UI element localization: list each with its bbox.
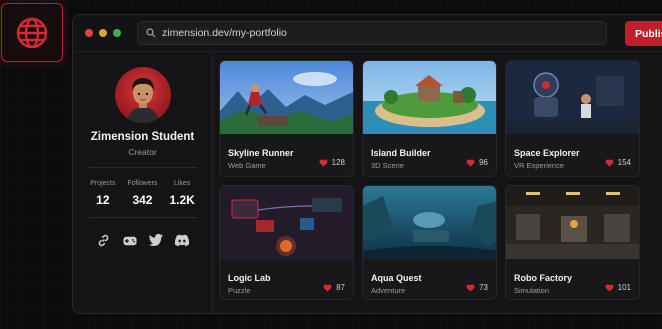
heart-icon <box>319 159 328 167</box>
divider <box>88 167 197 168</box>
project-title: Logic Lab <box>228 273 271 283</box>
minimize-dot[interactable] <box>99 29 107 37</box>
project-card-aqua-quest[interactable]: Aqua Quest Adventure 73 <box>362 185 497 300</box>
project-thumbnail <box>363 61 496 134</box>
stat-followers: Followers 342 <box>127 180 157 207</box>
project-thumbnail <box>220 61 353 134</box>
project-card-space-explorer[interactable]: Space Explorer VR Experience 154 <box>505 60 640 177</box>
url-text: zimension.dev/my-portfolio <box>162 27 287 39</box>
stat-label: Likes <box>173 180 191 187</box>
profile-role: Creator <box>128 147 157 157</box>
profile-sidebar: Zimension Student Creator Projects 12 Fo… <box>73 53 213 313</box>
stat-projects: Projects 12 <box>90 180 115 207</box>
profile-name: Zimension Student <box>90 131 195 143</box>
globe-icon <box>16 17 48 48</box>
stat-likes: Likes 1.2K <box>169 180 194 207</box>
project-card-robo-factory[interactable]: Robo Factory Simulation 101 <box>505 185 640 300</box>
like-count-value: 128 <box>331 158 345 167</box>
project-type: Simulation <box>514 286 550 295</box>
project-thumbnail <box>220 186 353 259</box>
like-count-value: 96 <box>479 158 488 167</box>
heart-icon <box>466 284 475 292</box>
stat-value: 12 <box>96 193 110 207</box>
heart-icon <box>605 284 614 292</box>
project-card-skyline-runner[interactable]: Skyline Runner Web Game 128 <box>219 60 354 177</box>
project-title: Island Builder <box>371 148 431 158</box>
project-title: Robo Factory <box>514 273 573 283</box>
like-count-value: 87 <box>336 283 345 292</box>
like-count[interactable]: 128 <box>319 158 345 167</box>
like-count[interactable]: 154 <box>605 158 631 167</box>
publish-button[interactable]: Publis <box>625 21 662 46</box>
browser-window: zimension.dev/my-portfolio Publis Zimens… <box>72 14 662 314</box>
discord-icon[interactable] <box>174 232 190 248</box>
like-count[interactable]: 87 <box>323 283 345 292</box>
stat-label: Followers <box>127 180 158 187</box>
search-icon <box>146 28 156 38</box>
project-card-island-builder[interactable]: Island Builder 3D Scene 96 <box>362 60 497 177</box>
link-icon[interactable] <box>96 232 112 248</box>
gamepad-icon[interactable] <box>122 232 138 248</box>
project-title: Skyline Runner <box>228 148 294 158</box>
project-card-logic-lab[interactable]: Logic Lab Puzzle 87 <box>219 185 354 300</box>
project-title: Aqua Quest <box>371 273 422 283</box>
address-bar[interactable]: zimension.dev/my-portfolio <box>137 21 607 45</box>
twitter-icon[interactable] <box>148 232 164 248</box>
project-title: Space Explorer <box>514 148 580 158</box>
project-type: 3D Scene <box>371 161 404 170</box>
project-thumbnail <box>506 61 639 134</box>
stat-label: Projects <box>90 180 116 187</box>
project-type: Puzzle <box>228 286 251 295</box>
avatar <box>114 67 171 123</box>
like-count-value: 73 <box>479 283 488 292</box>
stat-value: 1.2K <box>169 193 195 207</box>
like-count[interactable]: 96 <box>466 158 488 167</box>
social-links <box>96 232 190 248</box>
stat-value: 342 <box>132 193 153 207</box>
like-count[interactable]: 73 <box>466 283 488 292</box>
project-type: Adventure <box>371 286 406 295</box>
heart-icon <box>466 159 475 167</box>
project-thumbnail <box>506 186 639 259</box>
like-count-value: 154 <box>617 158 631 167</box>
profile-stats: Projects 12 Followers 342 Likes 1.2K <box>90 180 195 207</box>
like-count[interactable]: 101 <box>605 283 631 292</box>
heart-icon <box>323 284 332 292</box>
project-type: Web Game <box>228 161 266 170</box>
project-grid: Skyline Runner Web Game 128 Island Build… <box>219 60 662 300</box>
like-count-value: 101 <box>617 283 631 292</box>
project-thumbnail <box>363 186 496 259</box>
close-dot[interactable] <box>85 29 93 37</box>
heart-icon <box>605 159 614 167</box>
globe-app-icon[interactable] <box>1 3 63 62</box>
project-type: VR Experience <box>514 161 565 170</box>
divider <box>88 217 197 218</box>
maximize-dot[interactable] <box>113 29 121 37</box>
